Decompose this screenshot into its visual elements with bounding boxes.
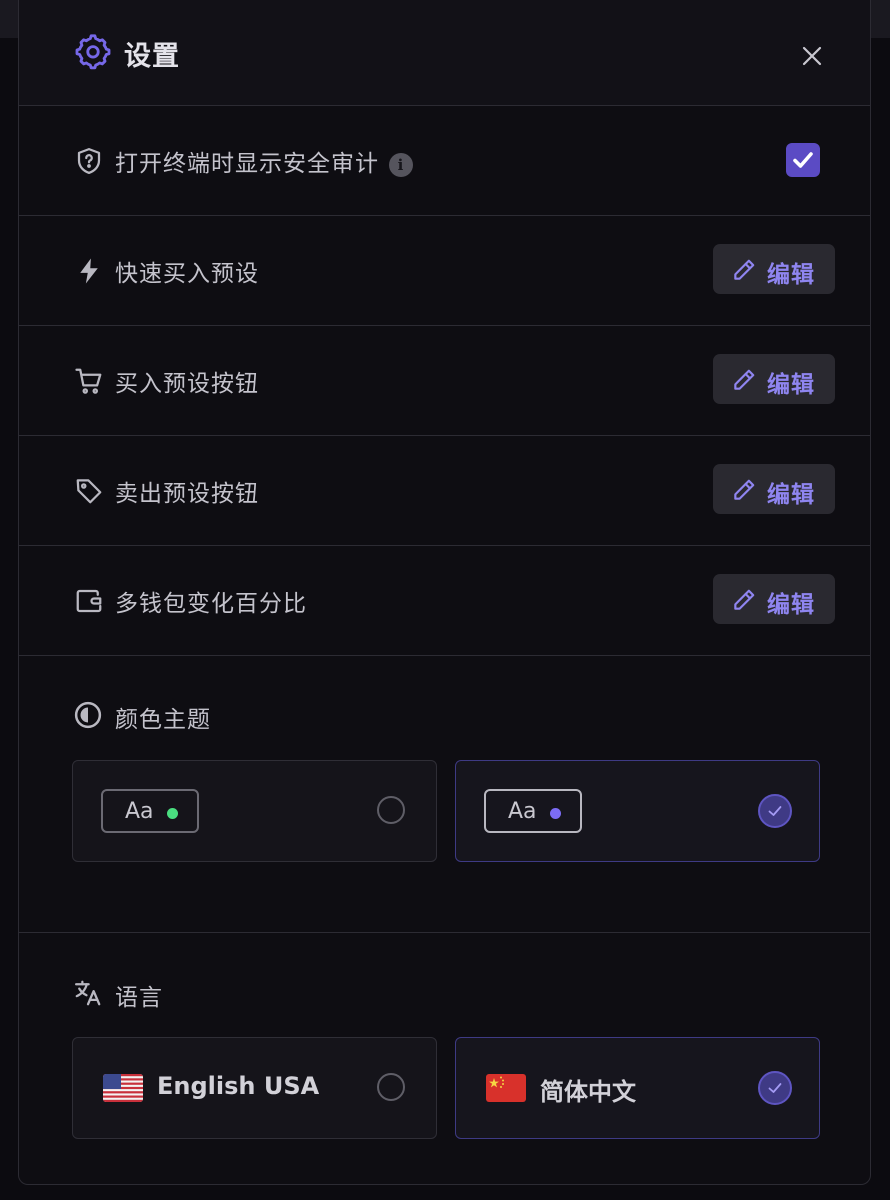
gear-icon	[75, 34, 111, 70]
lightning-icon	[80, 258, 98, 284]
theme-preview-chip: Aa	[101, 789, 199, 833]
edit-label: 编辑	[767, 592, 815, 618]
security-audit-label: 打开终端时显示安全审计 i	[115, 144, 413, 178]
theme-option-purple[interactable]: Aa	[455, 760, 820, 862]
edit-sell-presets-button[interactable]: 编辑	[713, 464, 835, 514]
settings-panel: 设置 打开终端时显示安全审计 i 快速买入预设 编辑 买入预设按钮 编辑 卖出预…	[18, 0, 871, 1185]
edit-label: 编辑	[767, 482, 815, 508]
language-option-english[interactable]: English USA	[72, 1037, 437, 1139]
security-audit-row: 打开终端时显示安全审计 i	[19, 106, 870, 216]
quick-buy-presets-row: 快速买入预设 编辑	[19, 216, 870, 326]
pencil-icon	[734, 369, 755, 390]
info-icon[interactable]: i	[389, 152, 413, 177]
edit-multi-wallet-button[interactable]: 编辑	[713, 574, 835, 624]
edit-buy-presets-button[interactable]: 编辑	[713, 354, 835, 404]
pencil-icon	[734, 259, 755, 280]
security-audit-checkbox[interactable]	[786, 143, 820, 177]
pencil-icon	[734, 479, 755, 500]
section-divider	[19, 932, 870, 933]
buy-preset-buttons-label: 买入预设按钮	[115, 371, 259, 397]
sell-preset-buttons-label: 卖出预设按钮	[115, 481, 259, 507]
theme-option-green[interactable]: Aa	[72, 760, 437, 862]
buy-preset-buttons-row: 买入预设按钮 编辑	[19, 326, 870, 436]
tag-icon	[76, 479, 102, 504]
radio-unchecked-icon[interactable]	[377, 796, 405, 824]
green-dot-icon	[167, 808, 178, 819]
purple-dot-icon	[550, 808, 561, 819]
multi-wallet-row: 多钱包变化百分比 编辑	[19, 546, 870, 656]
theme-preview-text: Aa	[508, 799, 537, 824]
edit-quick-buy-button[interactable]: 编辑	[713, 244, 835, 294]
shield-question-icon	[77, 148, 101, 174]
radio-checked-icon[interactable]	[758, 794, 792, 828]
quick-buy-presets-label: 快速买入预设	[115, 261, 259, 287]
cn-flag-icon	[486, 1074, 526, 1102]
edit-label: 编辑	[767, 372, 815, 398]
translate-icon	[75, 980, 101, 1006]
wallet-icon	[76, 589, 102, 613]
pencil-icon	[734, 589, 755, 610]
language-title: 语言	[115, 985, 163, 1011]
contrast-icon	[74, 701, 102, 729]
settings-header: 设置	[19, 0, 870, 106]
edit-label: 编辑	[767, 262, 815, 288]
theme-preview-text: Aa	[125, 799, 154, 824]
language-label-english: English USA	[157, 1072, 320, 1100]
us-flag-icon	[103, 1074, 143, 1102]
radio-checked-icon[interactable]	[758, 1071, 792, 1105]
language-option-chinese[interactable]: 简体中文	[455, 1037, 820, 1139]
checkmark-icon	[768, 1083, 782, 1093]
close-icon[interactable]	[801, 45, 823, 67]
page-title: 设置	[124, 41, 180, 72]
radio-unchecked-icon[interactable]	[377, 1073, 405, 1101]
theme-preview-chip: Aa	[484, 789, 582, 833]
sell-preset-buttons-row: 卖出预设按钮 编辑	[19, 436, 870, 546]
security-audit-text: 打开终端时显示安全审计	[115, 151, 379, 177]
cart-icon	[75, 368, 102, 394]
checkmark-icon	[793, 152, 813, 168]
language-label-chinese: 简体中文	[540, 1078, 636, 1106]
checkmark-icon	[768, 806, 782, 816]
multi-wallet-label: 多钱包变化百分比	[115, 591, 307, 617]
color-theme-title: 颜色主题	[115, 707, 211, 733]
